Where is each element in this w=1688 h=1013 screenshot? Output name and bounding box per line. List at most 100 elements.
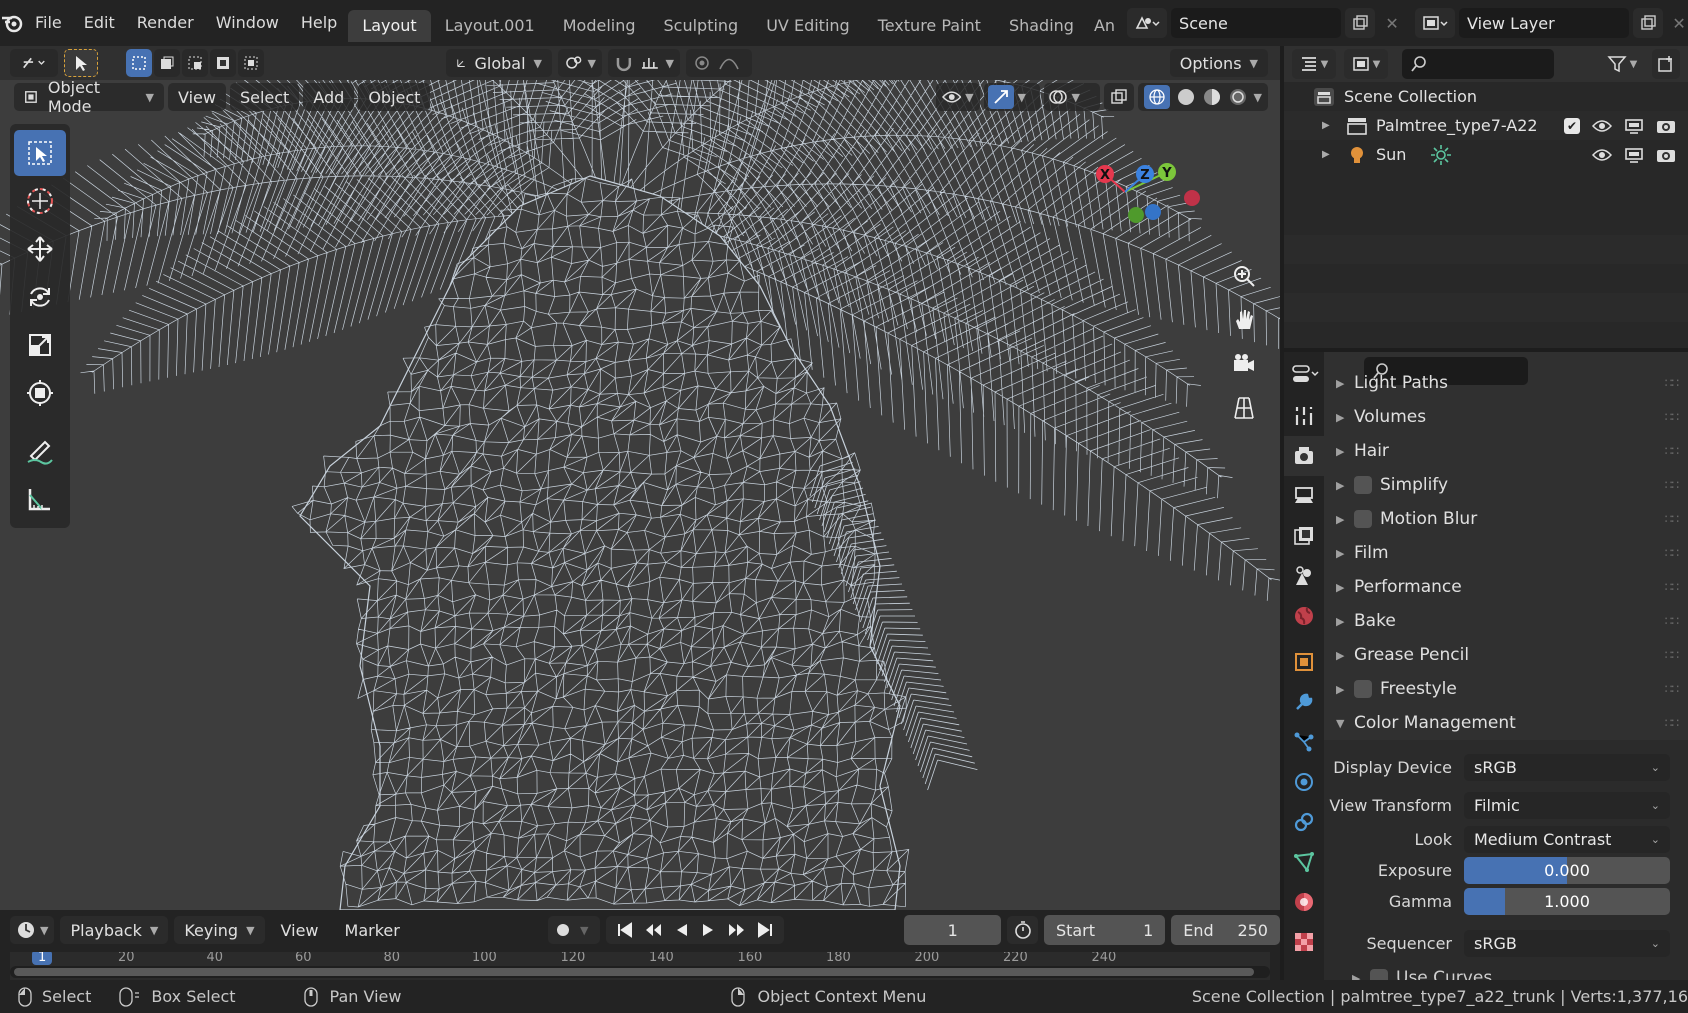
select-box-tool-icon[interactable] [14,130,66,176]
navigation-gizmo[interactable]: Y X Z [1080,130,1210,240]
modifier-tab-icon[interactable] [1284,682,1324,722]
tab-sculpting[interactable]: Sculpting [650,10,753,42]
panel-drag-handle-icon[interactable]: ∷∷ [1665,614,1679,628]
menu-window[interactable]: Window [205,0,290,46]
measure-tool-icon[interactable] [14,476,66,522]
display-device-dropdown[interactable]: sRGB ⌄ [1464,753,1670,781]
select-extend-icon[interactable] [154,49,180,77]
gizmo-neg-x[interactable] [1184,190,1200,206]
view-layer-tab-icon[interactable] [1284,516,1324,556]
panel-color-management[interactable]: ▼ Color Management ∷∷ [1324,706,1688,740]
tool-settings-tab-icon[interactable] [1284,396,1324,436]
material-preview-icon[interactable] [1202,87,1222,107]
timeline-menu-marker[interactable]: Marker [335,916,410,944]
panel-simplify[interactable]: ▶ Simplify ∷∷ [1324,468,1688,502]
panel-expand-arrow-icon[interactable]: ▶ [1336,377,1354,390]
perspective-grid-icon[interactable] [1224,388,1264,428]
sun-data-icon[interactable] [1430,144,1452,166]
view-transform-dropdown[interactable]: Filmic ⌄ [1464,791,1670,819]
gizmo-neg-z[interactable] [1145,204,1161,220]
panel-bake[interactable]: ▶ Bake ∷∷ [1324,604,1688,638]
panel-enable-checkbox[interactable] [1354,680,1372,698]
viewport-menu-select[interactable]: Select [229,83,300,111]
panel-expand-arrow-icon[interactable]: ▶ [1352,972,1370,981]
panel-grease-pencil[interactable]: ▶ Grease Pencil ∷∷ [1324,638,1688,672]
panel-expand-arrow-icon[interactable]: ▶ [1336,547,1354,560]
gizmo-neg-y[interactable] [1128,207,1144,223]
new-collection-icon[interactable] [1652,49,1680,79]
wireframe-shading-icon[interactable] [1143,85,1170,109]
panel-expand-arrow-icon[interactable]: ▶ [1336,513,1354,526]
tab-modeling[interactable]: Modeling [549,10,650,42]
cursor-tool-icon[interactable] [14,178,66,224]
panel-expand-arrow-icon[interactable]: ▶ [1336,479,1354,492]
texture-tab-icon[interactable] [1284,922,1324,962]
snap-group[interactable]: ▼ [608,49,680,77]
expand-arrow-icon[interactable]: ▶ [1322,120,1346,131]
editor-type-icon[interactable] [10,49,58,77]
tab-animation[interactable]: An [1088,10,1121,42]
rotate-tool-icon[interactable] [14,274,66,320]
scene-type-icon[interactable] [1127,8,1168,38]
eye-icon[interactable] [1592,118,1612,134]
menu-help[interactable]: Help [290,0,348,46]
outliner-editor-type-icon[interactable]: ▼ [1292,49,1336,79]
panel-freestyle[interactable]: ▶ Freestyle ∷∷ [1324,672,1688,706]
gizmo-icon[interactable] [987,85,1014,109]
overlays-group[interactable]: ▼ [1043,83,1100,111]
xray-toggle-icon[interactable] [1103,83,1134,111]
visibility-dropdown[interactable]: ▼ [935,83,980,111]
new-view-layer-icon[interactable] [1633,8,1664,38]
zoom-icon[interactable] [1224,256,1264,296]
tab-uv-editing[interactable]: UV Editing [752,10,863,42]
next-keyframe-icon[interactable] [726,921,746,939]
outliner-row-scene-collection[interactable]: Scene Collection [1284,82,1688,111]
menu-file[interactable]: File [24,0,73,46]
timeline-ruler[interactable]: 1 20 40 60 80 100 120 140 160 180 200 220 240 [10,952,1270,980]
panel-expand-arrow-icon[interactable]: ▶ [1336,683,1354,696]
panel-expand-arrow-icon[interactable]: ▶ [1336,649,1354,662]
panel-drag-handle-icon[interactable]: ∷∷ [1665,716,1679,730]
eye-icon[interactable] [1592,147,1612,163]
monitor-icon[interactable] [1624,118,1644,134]
hand-pan-icon[interactable] [1224,300,1264,340]
exclude-checkbox[interactable]: ✔ [1564,117,1580,134]
display-mode-icon[interactable]: ▼ [1344,49,1388,79]
timeline-menu-keying[interactable]: Keying ▼ [174,916,265,944]
pivot-point-dropdown[interactable]: ▼ [558,49,602,77]
new-scene-icon[interactable] [1345,8,1376,38]
panel-expand-arrow-icon[interactable]: ▶ [1336,445,1354,458]
stopwatch-icon[interactable] [1007,916,1038,944]
panel-hair[interactable]: ▶ Hair ∷∷ [1324,434,1688,468]
viewport-menu-add[interactable]: Add [303,83,355,111]
select-new-icon[interactable] [126,49,152,77]
play-reverse-icon[interactable] [674,921,690,939]
blender-logo-icon[interactable] [0,0,24,46]
gizmo-toggle-group[interactable]: ▼ [983,83,1040,111]
play-icon[interactable] [700,921,716,939]
timeline-editor-type-icon[interactable]: ▼ [10,916,55,944]
look-dropdown[interactable]: Medium Contrast ⌄ [1464,826,1670,853]
3d-viewport[interactable]: Global ▼ ▼ ▼ Options ▼ Object Mode ▼ Vie… [0,46,1280,910]
panel-expand-arrow-icon[interactable]: ▶ [1336,615,1354,628]
delete-scene-icon[interactable]: ✕ [1379,8,1405,38]
proportional-editing-group[interactable] [686,49,752,77]
particles-tab-icon[interactable] [1284,722,1324,762]
outliner-row-collection[interactable]: ▶ Palmtree_type7-A22 ✔ [1284,111,1688,140]
outliner-row-sun[interactable]: ▶ Sun [1284,140,1688,169]
world-tab-icon[interactable] [1284,596,1324,636]
output-tab-icon[interactable] [1284,476,1324,516]
panel-enable-checkbox[interactable] [1354,476,1372,494]
move-tool-icon[interactable] [14,226,66,272]
jump-end-icon[interactable] [756,921,774,939]
material-tab-icon[interactable] [1284,882,1324,922]
data-tab-icon[interactable] [1284,842,1324,882]
start-frame-field[interactable]: Start 1 [1043,915,1166,945]
panel-drag-handle-icon[interactable]: ∷∷ [1665,512,1679,526]
scene-tab-icon[interactable] [1284,556,1324,596]
select-invert-icon[interactable] [210,49,236,77]
panel-drag-handle-icon[interactable]: ∷∷ [1665,648,1679,662]
solid-shading-icon[interactable] [1176,87,1196,107]
expand-arrow-icon[interactable]: ▶ [1322,149,1346,160]
viewport-menu-object[interactable]: Object [358,83,431,111]
